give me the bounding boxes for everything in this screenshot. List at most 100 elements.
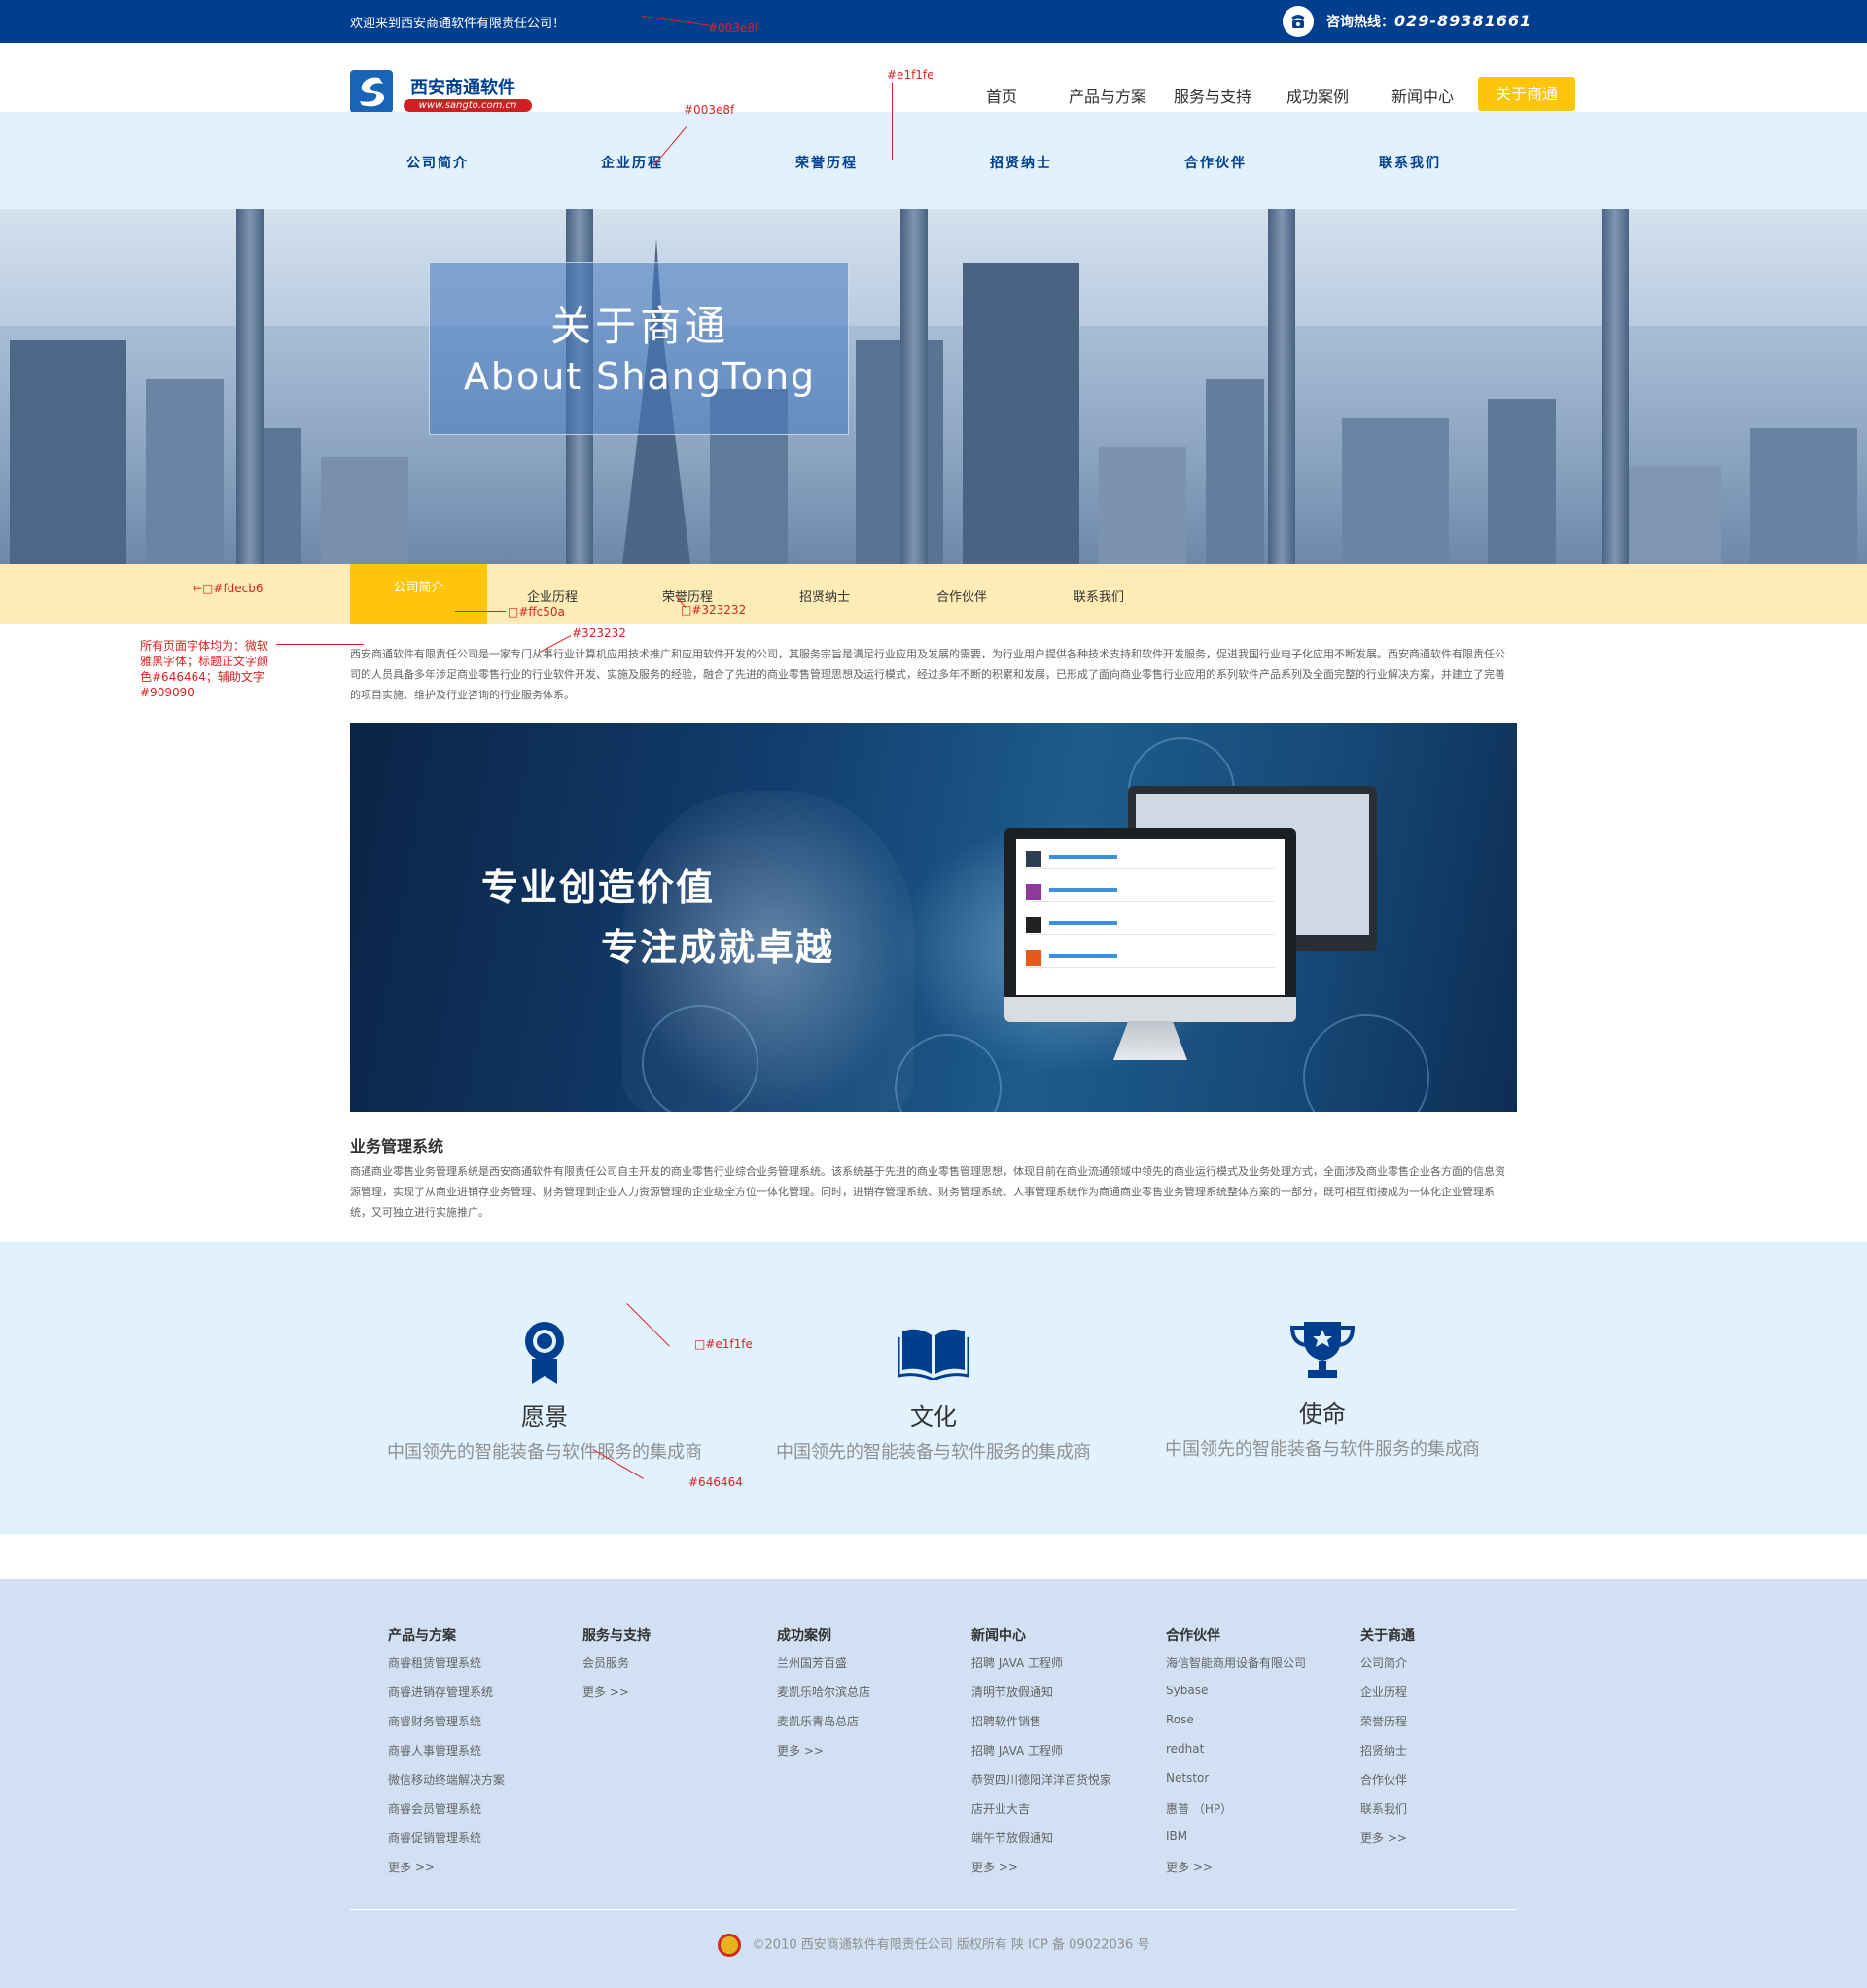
footer-link[interactable]: 企业历程 — [1360, 1684, 1555, 1713]
globe-graphic — [1303, 1014, 1429, 1112]
footer-link[interactable]: 招聘 JAVA 工程师 — [971, 1742, 1166, 1771]
nav-home[interactable]: 首页 — [986, 84, 1017, 107]
system-text: 商通商业零售业务管理系统是西安商通软件有限责任公司自主开发的商业零售行业综合业务… — [350, 1165, 1505, 1219]
footer-link[interactable]: 麦凯乐青岛总店 — [777, 1713, 971, 1742]
tab-careers[interactable]: 招贤纳士 — [799, 586, 850, 605]
footer-col-title: 新闻中心 — [971, 1628, 1026, 1644]
annotation-line — [455, 611, 506, 612]
footer-more-link[interactable]: 更多 >> — [1360, 1829, 1555, 1859]
nav-services[interactable]: 服务与支持 — [1174, 84, 1251, 107]
culture-desc: 中国领先的智能装备与软件服务的集成商 — [776, 1442, 1091, 1463]
footer-link[interactable]: 惠普 （HP） — [1166, 1800, 1360, 1829]
tab-contact[interactable]: 联系我们 — [1074, 586, 1124, 605]
footer-more-link[interactable]: 更多 >> — [1166, 1859, 1360, 1888]
annotation-line — [892, 83, 893, 160]
annotation-label: #646464 — [688, 1475, 743, 1489]
annotation-label: □#e1f1fe — [694, 1337, 753, 1351]
top-bar: 欢迎来到西安商通软件有限责任公司！ 咨询热线：029-89381661 — [0, 0, 1867, 43]
trophy-icon — [1289, 1320, 1356, 1378]
footer-link[interactable]: 海信智能商用设备有限公司 — [1166, 1654, 1360, 1684]
intro-paragraph: 西安商通软件有限责任公司是一家专门从事行业计算机应用技术推广和应用软件开发的公司… — [350, 648, 1505, 701]
hero-banner: 关于商通 About ShangTong — [0, 209, 1867, 564]
vision-title: 愿景 — [521, 1403, 568, 1431]
tab-partners[interactable]: 合作伙伴 — [936, 586, 987, 605]
window-pillar — [1268, 209, 1295, 564]
nav-news[interactable]: 新闻中心 — [1391, 84, 1454, 107]
nav-about[interactable]: 关于商通 — [1478, 77, 1575, 111]
footer-link[interactable]: 商睿进销存管理系统 — [388, 1684, 582, 1713]
footer-link[interactable]: 合作伙伴 — [1360, 1771, 1555, 1800]
footer-link[interactable]: Rose — [1166, 1713, 1360, 1742]
footer-col-cases: 成功案例 兰州国芳百盛 麦凯乐哈尔滨总店 麦凯乐青岛总店 更多 >> — [777, 1625, 971, 1771]
tab-history[interactable]: 企业历程 — [527, 586, 578, 605]
tab-intro[interactable]: 公司简介 — [350, 564, 487, 624]
building — [856, 340, 943, 564]
footer-link[interactable]: 麦凯乐哈尔滨总店 — [777, 1684, 971, 1713]
footer-divider — [350, 1909, 1517, 1910]
banner-line1: 专业创造价值 — [481, 866, 716, 908]
footer-link[interactable]: 商睿人事管理系统 — [388, 1742, 582, 1771]
footer-more-link[interactable]: 更多 >> — [582, 1684, 777, 1713]
hotline-number[interactable]: 029-89381661 — [1394, 12, 1532, 30]
building — [1750, 428, 1857, 564]
footer-link[interactable]: 兰州国芳百盛 — [777, 1654, 971, 1684]
footer-more-link[interactable]: 更多 >> — [388, 1859, 582, 1888]
footer-link[interactable]: IBM — [1166, 1829, 1360, 1859]
window-pillar — [1602, 209, 1629, 564]
footer-link[interactable]: 会员服务 — [582, 1654, 777, 1684]
building — [963, 263, 1079, 564]
footer-link[interactable]: 商睿财务管理系统 — [388, 1713, 582, 1742]
subnav-partners[interactable]: 合作伙伴 — [1184, 153, 1247, 172]
globe-graphic — [642, 1005, 758, 1112]
footer-more-link[interactable]: 更多 >> — [777, 1742, 971, 1771]
annotation-label: □#ffc50a — [508, 605, 565, 619]
annotation-label: #003e8f — [708, 21, 759, 35]
subnav-history[interactable]: 企业历程 — [601, 153, 663, 172]
mission-desc: 中国领先的智能装备与软件服务的集成商 — [1165, 1439, 1480, 1460]
footer-link[interactable]: 商睿会员管理系统 — [388, 1800, 582, 1829]
footer-link[interactable]: 恭贺四川德阳洋洋百货悦家 — [971, 1771, 1166, 1800]
subnav-honors[interactable]: 荣誉历程 — [795, 153, 858, 172]
footer-link[interactable]: 联系我们 — [1360, 1800, 1555, 1829]
footer-link[interactable]: Netstor — [1166, 1771, 1360, 1800]
annotation-label: □#323232 — [681, 603, 747, 617]
monitor-screen — [1016, 839, 1285, 995]
police-emblem-icon — [717, 1934, 741, 1957]
footer-col-title: 合作伙伴 — [1166, 1628, 1220, 1644]
hero-title-cn: 关于商通 — [549, 302, 729, 350]
footer-link[interactable]: 招聘软件销售 — [971, 1713, 1166, 1742]
building — [1099, 447, 1186, 564]
building — [321, 457, 408, 564]
footer-link[interactable]: 招聘 JAVA 工程师 — [971, 1654, 1166, 1684]
nav-products[interactable]: 产品与方案 — [1069, 84, 1146, 107]
footer-link[interactable]: 招贤纳士 — [1360, 1742, 1555, 1771]
footer-link[interactable]: redhat — [1166, 1742, 1360, 1771]
footer-col-title: 服务与支持 — [582, 1628, 651, 1644]
footer-link[interactable]: 商睿租赁管理系统 — [388, 1654, 582, 1684]
footer-link[interactable]: 微信移动终端解决方案 — [388, 1771, 582, 1800]
footer-col-about: 关于商通 公司简介 企业历程 荣誉历程 招贤纳士 合作伙伴 联系我们 更多 >> — [1360, 1625, 1555, 1859]
footer-link[interactable]: 商睿促销管理系统 — [388, 1829, 582, 1859]
nav-cases[interactable]: 成功案例 — [1286, 84, 1349, 107]
footer-link[interactable]: Sybase — [1166, 1684, 1360, 1713]
hero-title-en: About ShangTong — [463, 355, 817, 398]
footer-link[interactable]: 店开业大吉 — [971, 1800, 1166, 1829]
hero-sky — [0, 209, 1867, 326]
annotation-line — [276, 644, 364, 645]
monitor-row — [1026, 915, 1275, 935]
hero-title-panel: 关于商通 About ShangTong — [429, 262, 849, 435]
footer-link[interactable]: 荣誉历程 — [1360, 1713, 1555, 1742]
subnav-contact[interactable]: 联系我们 — [1379, 153, 1441, 172]
building — [1488, 399, 1556, 564]
annotation-label: #e1f1fe — [887, 68, 934, 82]
footer-link[interactable]: 公司简介 — [1360, 1654, 1555, 1684]
copyright-text: ©2010 西安商通软件有限责任公司 版权所有 陕 ICP 备 09022036… — [752, 1937, 1150, 1953]
footer-link[interactable]: 清明节放假通知 — [971, 1684, 1166, 1713]
footer-link[interactable]: 端午节放假通知 — [971, 1829, 1166, 1859]
subnav-careers[interactable]: 招贤纳士 — [990, 153, 1052, 172]
annotation-label: #003e8f — [684, 103, 735, 117]
subnav-intro[interactable]: 公司简介 — [406, 153, 469, 172]
building — [10, 340, 126, 564]
footer-more-link[interactable]: 更多 >> — [971, 1859, 1166, 1888]
monitor-front — [1004, 828, 1296, 1022]
